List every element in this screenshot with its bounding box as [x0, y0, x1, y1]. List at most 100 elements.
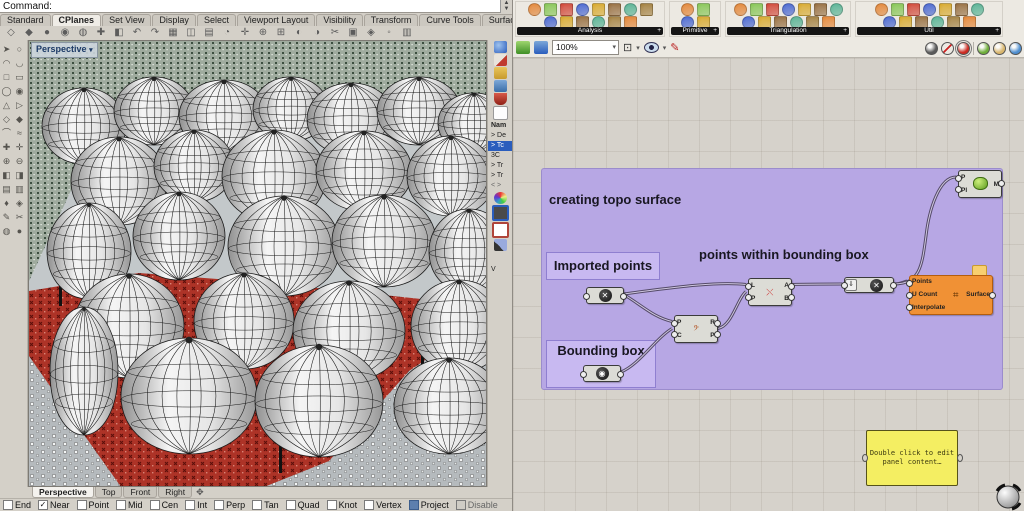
component-icon[interactable]: [890, 3, 904, 16]
component-icon[interactable]: [527, 3, 541, 16]
imported-points-node[interactable]: ✕: [583, 287, 627, 304]
open-file-icon[interactable]: [516, 41, 530, 54]
tool-icon[interactable]: ◧: [0, 168, 13, 182]
gem-tan-icon[interactable]: [993, 41, 1006, 55]
tool-icon[interactable]: ➤: [0, 42, 13, 56]
dispatch-node[interactable]: L P ⤬ A B: [745, 278, 795, 306]
osnap-vertex[interactable]: Vertex: [364, 500, 402, 510]
osnap-project[interactable]: Project: [408, 500, 449, 510]
toolbar-icon[interactable]: ⊕: [254, 26, 272, 40]
component-icon[interactable]: [733, 3, 747, 16]
command-history-scroll[interactable]: ▲ ▼: [500, 0, 512, 13]
component-icon[interactable]: [906, 3, 920, 16]
osnap-end[interactable]: End: [3, 500, 31, 510]
toolbar-icon[interactable]: ✛: [236, 26, 254, 40]
group-expand-plus[interactable]: +: [843, 27, 847, 35]
checkbox[interactable]: [326, 500, 337, 510]
layer-tree-item[interactable]: > Tr: [488, 161, 513, 171]
gem-green-icon[interactable]: [977, 41, 990, 55]
component-icon[interactable]: [543, 3, 557, 16]
osnap-perp[interactable]: Perp: [214, 500, 245, 510]
group-label[interactable]: Triangulation +: [727, 27, 849, 35]
toolbar-icon[interactable]: ◍: [74, 26, 92, 40]
menu-tab-surface-tools[interactable]: Surface Tools: [481, 14, 512, 26]
checkbox[interactable]: [408, 500, 419, 510]
tool-icon[interactable]: ◡: [13, 56, 26, 70]
component-icon[interactable]: [696, 3, 710, 16]
color-wheel-icon[interactable]: [494, 192, 507, 204]
toolbar-icon[interactable]: ◉: [56, 26, 74, 40]
checkbox[interactable]: [214, 500, 225, 510]
gem-blue-icon[interactable]: [1009, 41, 1022, 55]
document-icon[interactable]: [493, 106, 508, 120]
group-expand-plus[interactable]: +: [713, 27, 717, 35]
chevron-down-icon[interactable]: ▾: [636, 44, 640, 52]
osnap-point[interactable]: Point: [76, 500, 109, 510]
tool-icon[interactable]: ◉: [13, 84, 26, 98]
tool-icon[interactable]: ▥: [13, 182, 26, 196]
checkbox[interactable]: [3, 500, 13, 510]
menu-tab-viewport-layout[interactable]: Viewport Layout: [236, 14, 316, 26]
menu-tab-set-view[interactable]: Set View: [102, 14, 152, 26]
checkbox[interactable]: [76, 500, 87, 510]
component-icon[interactable]: [781, 3, 795, 16]
camera-icon[interactable]: [492, 205, 509, 221]
component-icon[interactable]: [970, 3, 984, 16]
monitor-icon[interactable]: [494, 80, 507, 92]
checkbox[interactable]: [185, 500, 196, 510]
viewport-tab-right[interactable]: Right: [158, 487, 193, 498]
tool-icon[interactable]: ◠: [0, 56, 13, 70]
tool-icon[interactable]: ●: [13, 224, 26, 238]
tool-icon[interactable]: ✂: [13, 210, 26, 224]
layer-tree-item[interactable]: > Tr: [488, 171, 513, 181]
component-icon[interactable]: [797, 3, 811, 16]
osnap-mid[interactable]: Mid: [116, 500, 143, 510]
osnap-near[interactable]: ✓ Near: [38, 500, 70, 510]
surface-from-points-node[interactable]: Points U Count Interpolate ⌗ Surface: [906, 275, 996, 315]
component-icon[interactable]: [680, 3, 694, 16]
eraser-icon[interactable]: [494, 54, 507, 66]
toolbar-icon[interactable]: ◑: [308, 26, 326, 40]
toolbar-icon[interactable]: ▥: [398, 26, 416, 40]
sketch-pen-icon[interactable]: ✎: [670, 41, 679, 54]
point-param-node[interactable]: ⇓ ✕: [841, 277, 897, 293]
menu-tab-visibility[interactable]: Visibility: [316, 14, 363, 26]
osnap-disable[interactable]: Disable: [455, 500, 498, 510]
menu-tab-transform[interactable]: Transform: [363, 14, 419, 26]
group-expand-plus[interactable]: +: [657, 27, 661, 35]
viewport-title-tab[interactable]: Perspective ▾: [31, 42, 98, 58]
tool-icon[interactable]: ◆: [13, 112, 26, 126]
osnap-int[interactable]: Int: [185, 500, 207, 510]
toolbar-icon[interactable]: ↷: [146, 26, 164, 40]
osnap-cen[interactable]: Cen: [149, 500, 178, 510]
panel-vscroll[interactable]: V: [488, 265, 513, 275]
tool-icon[interactable]: □: [0, 70, 13, 84]
tool-icon[interactable]: ▭: [13, 70, 26, 84]
tool-icon[interactable]: ▤: [0, 182, 13, 196]
zoom-level-select[interactable]: 100% ▾: [552, 40, 619, 55]
toolbar-icon[interactable]: ●: [38, 26, 56, 40]
tool-icon[interactable]: ≈: [13, 126, 26, 140]
layer-tree-item[interactable]: > De: [488, 131, 513, 141]
folder-icon[interactable]: [494, 67, 507, 79]
group-label[interactable]: Analysis +: [517, 27, 663, 35]
group-label[interactable]: Util +: [857, 27, 1001, 35]
menu-tab-display[interactable]: Display: [152, 14, 196, 26]
tool-icon[interactable]: ✚: [0, 140, 13, 154]
viewport-tab-front[interactable]: Front: [123, 487, 158, 498]
toolbar-icon[interactable]: ◔: [218, 26, 236, 40]
delaunay-mesh-node[interactable]: P Pl M: [955, 170, 1005, 198]
gem-red-icon[interactable]: [955, 39, 972, 57]
toolbar-icon[interactable]: ◈: [362, 26, 380, 40]
component-icon[interactable]: [575, 3, 589, 16]
toolbar-icon[interactable]: ▣: [344, 26, 362, 40]
toolbar-icon[interactable]: ◧: [110, 26, 128, 40]
component-icon[interactable]: [874, 3, 888, 16]
command-bar[interactable]: Command: ▲ ▼: [0, 0, 512, 13]
menu-tab-curve-tools[interactable]: Curve Tools: [419, 14, 481, 26]
inclusion-node[interactable]: P C 𝄢 R P: [671, 315, 721, 343]
osnap-knot[interactable]: Knot: [326, 500, 357, 510]
layer-tree-item[interactable]: 3C: [488, 151, 513, 161]
checkbox[interactable]: [252, 500, 263, 510]
toolbar-icon[interactable]: ✂: [326, 26, 344, 40]
